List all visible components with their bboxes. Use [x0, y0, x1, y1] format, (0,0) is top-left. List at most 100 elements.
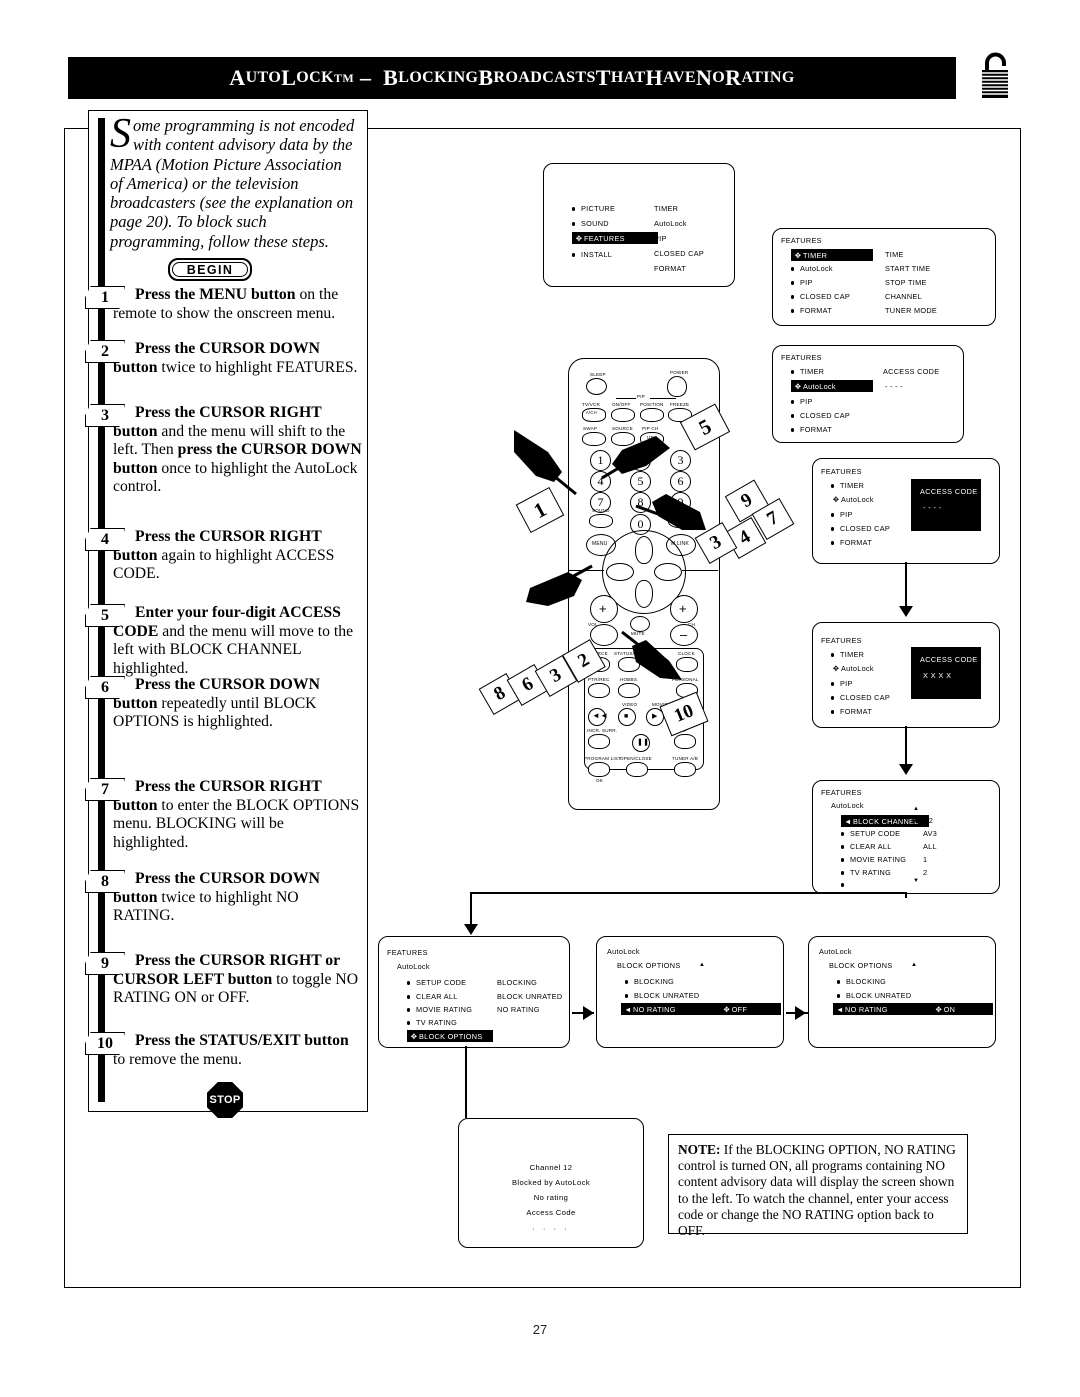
submenu-start-time: START TIME	[885, 264, 931, 273]
connector-line	[470, 892, 472, 926]
menu-item-install: INSTALL	[572, 250, 612, 259]
step-number: 2	[101, 342, 109, 360]
step-number-badge: 4	[85, 528, 125, 551]
menu-item-timer-highlighted: ✥ TIMER	[791, 249, 873, 261]
menu-item-timer: TIMER	[791, 367, 824, 376]
page-header-bar: A UTO L OCK TM – B LOCKING B ROADCASTS T HAT HA…	[68, 57, 956, 99]
screen-header-features: FEATURES	[821, 788, 862, 797]
screen-subheader-block-options: BLOCK OPTIONS	[617, 961, 681, 970]
step-number-badge: 9	[85, 952, 125, 975]
step-6: 6 Press the CURSOR DOWN button repeatedly…	[85, 676, 363, 732]
submenu-stop-time: STOP TIME	[885, 278, 927, 287]
connector-line	[470, 892, 906, 894]
screen-header-features: FEATURES	[387, 948, 428, 957]
remote-button-tuner-ab[interactable]	[674, 762, 696, 777]
menu-item-clear-all: CLEAR ALL	[841, 842, 892, 851]
remote-label-programlist: PROGRAM LIST	[584, 756, 622, 761]
note-box: NOTE: If the BLOCKING OPTION, NO RATING …	[668, 1134, 968, 1238]
access-code-box: ACCESS CODE - - - -	[911, 479, 981, 531]
menu-item-autolock-cursor: ✥ AutoLock	[832, 664, 874, 673]
step-text: Press the CURSOR RIGHT button again to h…	[113, 528, 335, 583]
step-number-badge: 8	[85, 870, 125, 893]
menu-item-blocking: BLOCKING	[837, 977, 886, 986]
value-all: ALL	[923, 842, 937, 851]
blocked-line-no-rating: No rating	[533, 1193, 569, 1202]
value-tv-rating: 2	[923, 868, 928, 877]
screen-header-autolock: AutoLock	[819, 947, 852, 956]
remote-button-open-close[interactable]	[626, 762, 648, 777]
step-number-badge: 10	[85, 1032, 125, 1055]
step-number: 7	[101, 780, 109, 798]
menu-item-block-unrated: BLOCK UNRATED	[837, 991, 911, 1000]
remote-label-power: POWER	[670, 370, 689, 375]
osd-main-menu: PICTURE SOUND ✥ FEATURES INSTALL TIMER Au…	[543, 163, 735, 287]
scroll-down-arrow: ▼	[913, 878, 919, 884]
step-number: 4	[101, 530, 109, 548]
page-number: 27	[532, 1322, 548, 1337]
remote-label-tunerab: TUNER A/B	[672, 756, 699, 761]
menu-item-timer: TIMER	[831, 481, 864, 490]
step-number: 3	[101, 406, 109, 424]
menu-item-block-unrated: BLOCK UNRATED	[625, 991, 699, 1000]
osd-block-options-select: FEATURES AutoLock SETUP CODE CLEAR ALL M…	[378, 936, 570, 1048]
step-number: 1	[101, 288, 109, 306]
pause-icon: ❚❚	[637, 739, 650, 746]
menu-item-setup-code: SETUP CODE	[841, 829, 900, 838]
step-text: Press the STATUS/EXIT button to remove t…	[113, 1032, 349, 1068]
page-title: A UTO L OCK TM – B LOCKING B ROADCASTS T HAT HA…	[229, 65, 795, 90]
step-5: 5 Enter your four-digit ACCESS CODE and t…	[85, 604, 363, 678]
menu-item-block-options-highlighted: ✥ BLOCK OPTIONS	[407, 1030, 493, 1042]
step-7: 7 Press the CURSOR RIGHT button to enter …	[85, 778, 363, 852]
submenu-pip: PIP	[654, 234, 667, 243]
blocked-line-blocked-by: Blocked by AutoLock	[511, 1178, 591, 1187]
step-number: 6	[101, 678, 109, 696]
begin-label: BEGIN	[186, 262, 234, 277]
osd-no-rating-on: AutoLock BLOCK OPTIONS ▲ BLOCKING BLOCK …	[808, 936, 996, 1048]
step-2: 2 Press the CURSOR DOWN button twice to h…	[85, 340, 363, 377]
remote-label-openclose: OPEN/CLOSE	[620, 756, 652, 761]
menu-item-clear-all: CLEAR ALL	[407, 992, 458, 1001]
step-number: 9	[101, 954, 109, 972]
remote-button-program-list[interactable]	[588, 762, 610, 777]
remote-label-sleep: SLEEP	[590, 372, 606, 377]
remote-button-incr-surr[interactable]	[588, 734, 610, 749]
menu-item-blocking: BLOCKING	[625, 977, 674, 986]
remote-button-surf[interactable]	[674, 734, 696, 749]
step-number: 10	[97, 1034, 113, 1052]
note-label: NOTE:	[678, 1142, 721, 1157]
osd-blocked-screen: Channel 12 Blocked by AutoLock No rating…	[458, 1118, 644, 1248]
submenu-access-code: ACCESS CODE	[883, 367, 940, 376]
step-number-badge: 3	[85, 404, 125, 427]
intro-paragraph: Some programming is not encoded with con…	[110, 111, 358, 251]
scroll-up-arrow: ▲	[911, 962, 917, 968]
connector-line	[905, 892, 907, 898]
step-number-badge: 1	[85, 286, 125, 309]
step-1: 1 Press the MENU button on the remote to …	[85, 286, 363, 323]
osd-access-code-empty: FEATURES TIMER ✥ AutoLock PIP CLOSED CAP …	[812, 458, 1000, 564]
menu-item-autolock: AutoLock	[791, 264, 833, 273]
step-number: 8	[101, 872, 109, 890]
menu-item-tv-rating: TV RATING	[841, 868, 891, 877]
menu-item-format: FORMAT	[831, 707, 872, 716]
menu-item-blank	[841, 880, 850, 889]
menu-item-pip: PIP	[831, 679, 853, 688]
step-text: Press the CURSOR DOWN button twice to hi…	[113, 870, 320, 925]
screen-header-features: FEATURES	[821, 636, 862, 645]
step-number-badge: 7	[85, 778, 125, 801]
scroll-up-arrow: ▲	[913, 806, 919, 812]
access-code-box-title: ACCESS CODE	[920, 655, 978, 664]
osd-access-code-entered: FEATURES TIMER ✥ AutoLock PIP CLOSED CAP …	[812, 622, 1000, 728]
value-movie-rating: 1	[923, 855, 928, 864]
intro-dropcap: S	[110, 111, 131, 157]
menu-item-picture: PICTURE	[572, 204, 615, 213]
menu-item-autolock-cursor: ✥ AutoLock	[832, 495, 874, 504]
menu-item-setup-code: SETUP CODE	[407, 978, 466, 987]
menu-item-format: FORMAT	[791, 306, 832, 315]
menu-item-no-rating-highlighted: ◄NO RATING ✥ OFF	[621, 1003, 781, 1015]
submenu-time: TIME	[885, 250, 904, 259]
screen-header-features: FEATURES	[781, 236, 822, 245]
step-text: Press the CURSOR RIGHT button to enter t…	[113, 778, 360, 851]
step-number-badge: 6	[85, 676, 125, 699]
access-code-dashes: - - - -	[885, 382, 903, 391]
menu-item-closed-cap: CLOSED CAP	[791, 292, 850, 301]
